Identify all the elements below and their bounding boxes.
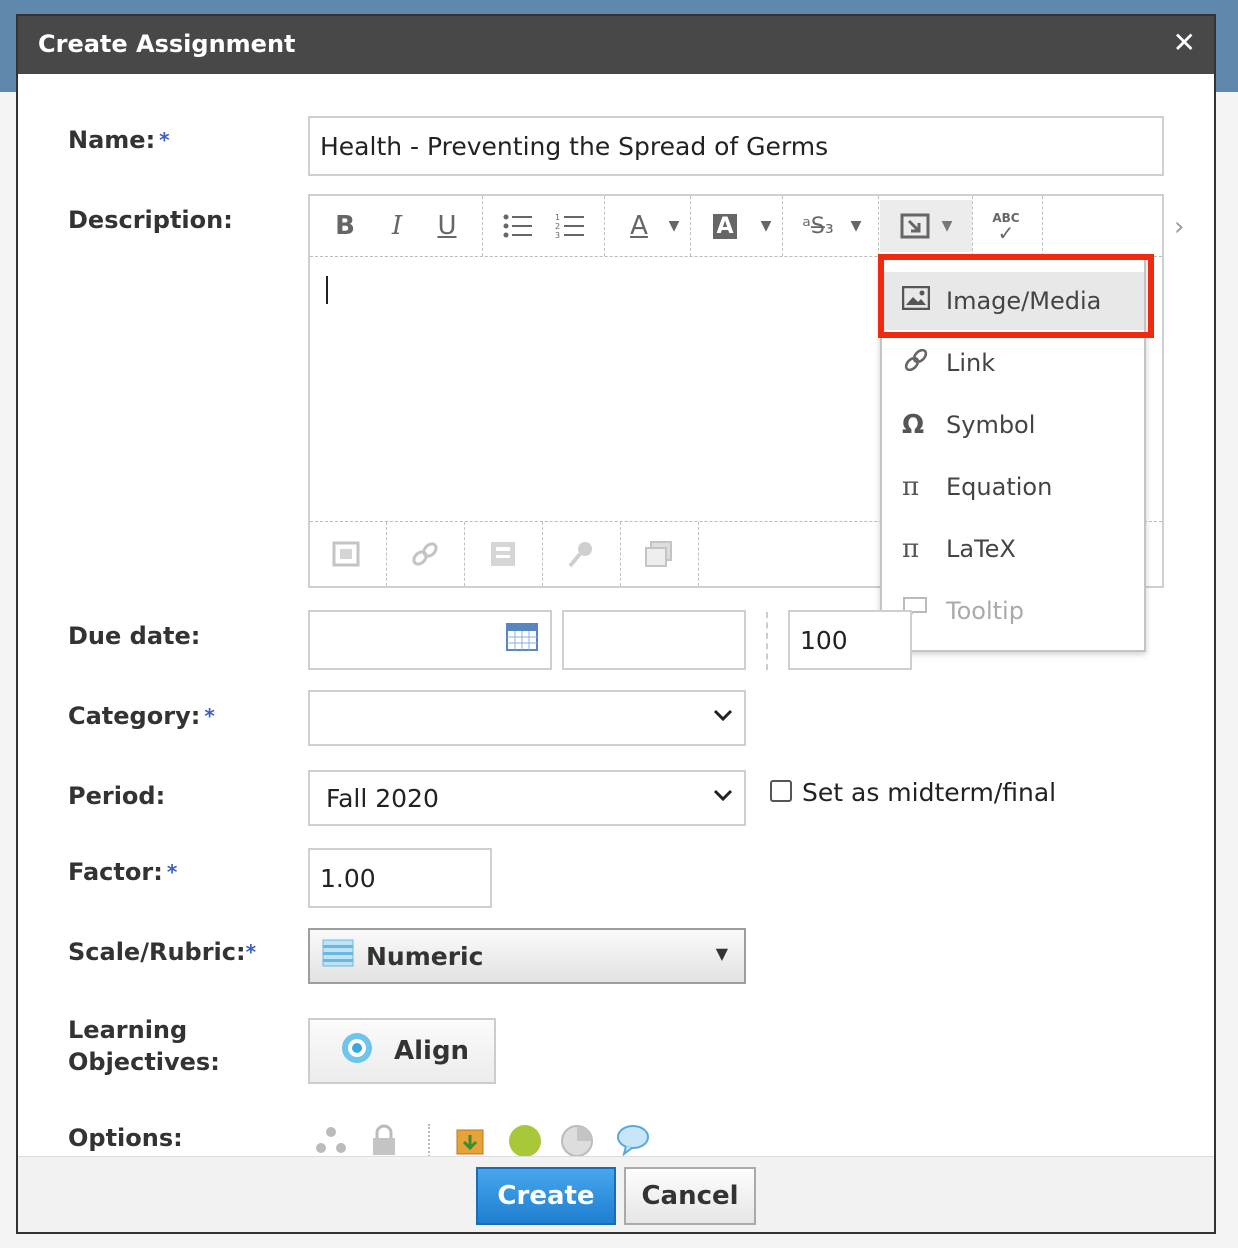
highlight-box bbox=[878, 254, 1154, 338]
due-time-input[interactable] bbox=[562, 610, 746, 670]
period-select[interactable]: Fall 2020 bbox=[308, 770, 746, 826]
svg-text:2: 2 bbox=[555, 222, 560, 231]
text-color-button[interactable]: A bbox=[622, 204, 656, 248]
menu-item-latex[interactable]: π LaTeX bbox=[882, 520, 1144, 578]
due-date-label: Due date: bbox=[68, 622, 201, 650]
dialog-titlebar: Create Assignment ✕ bbox=[18, 16, 1214, 74]
midterm-label: Set as midterm/final bbox=[802, 778, 1057, 807]
due-date-input[interactable] bbox=[308, 610, 552, 670]
category-label: Category: * bbox=[68, 702, 215, 730]
description-label: Description: bbox=[68, 206, 233, 234]
spellcheck-icon[interactable]: ABC ✓ bbox=[982, 204, 1030, 248]
align-button[interactable]: Align bbox=[308, 1018, 496, 1084]
factor-label: Factor: * bbox=[68, 858, 178, 886]
menu-item-tooltip[interactable]: Tooltip bbox=[882, 582, 1144, 640]
text-color-dropdown-icon[interactable]: ▼ bbox=[664, 204, 684, 248]
required-mark: * bbox=[159, 128, 170, 152]
numbered-list-icon[interactable]: 123 bbox=[552, 204, 588, 248]
scale-rubric-select[interactable]: Numeric ▼ bbox=[308, 928, 746, 984]
underline-button[interactable]: U bbox=[430, 204, 464, 248]
name-input-value: Health - Preventing the Spread of Germs bbox=[320, 131, 829, 161]
bold-button[interactable]: B bbox=[328, 204, 362, 248]
attach-collection-icon[interactable] bbox=[634, 532, 684, 576]
strikethrough-superscript-icon[interactable]: ᵃS̶₃ bbox=[796, 204, 840, 248]
editor-toolbar: B I U 123 A ▼ A ▼ ᵃS̶₃ ▼ ▼ ABC ✓ bbox=[310, 196, 1162, 257]
calendar-icon[interactable] bbox=[506, 622, 538, 658]
target-icon bbox=[340, 1031, 374, 1072]
background-color-button[interactable]: A bbox=[708, 204, 742, 248]
divider bbox=[766, 612, 769, 670]
omega-icon: Ω bbox=[902, 410, 925, 440]
text-cursor bbox=[326, 276, 328, 304]
name-label: Name: * bbox=[68, 126, 170, 154]
name-input[interactable]: Health - Preventing the Spread of Germs bbox=[308, 116, 1164, 176]
format-dropdown-icon[interactable]: ▼ bbox=[846, 204, 866, 248]
toolbar-more-chevron-icon[interactable]: › bbox=[1174, 212, 1184, 242]
pi-icon: π bbox=[902, 472, 920, 502]
insert-menu-button[interactable]: ▼ bbox=[880, 200, 972, 252]
max-points-input[interactable]: 100 bbox=[788, 610, 912, 670]
italic-button[interactable]: I bbox=[380, 204, 414, 248]
create-button[interactable]: Create bbox=[476, 1167, 616, 1225]
svg-text:1: 1 bbox=[555, 213, 560, 222]
group-icon[interactable] bbox=[314, 1124, 348, 1160]
scale-rubric-label: Scale/Rubric:* bbox=[68, 938, 257, 966]
background-color-dropdown-icon[interactable]: ▼ bbox=[756, 204, 776, 248]
attach-resource-icon[interactable] bbox=[478, 532, 528, 576]
menu-item-equation[interactable]: π Equation bbox=[882, 458, 1144, 516]
menu-item-symbol[interactable]: Ω Symbol bbox=[882, 396, 1144, 454]
attach-file-icon[interactable] bbox=[322, 532, 372, 576]
bullet-list-icon[interactable] bbox=[500, 204, 536, 248]
factor-input[interactable]: 1.00 bbox=[308, 848, 492, 908]
svg-text:3: 3 bbox=[555, 231, 560, 240]
learning-objectives-label: Learning Objectives: bbox=[68, 1016, 220, 1076]
cancel-button[interactable]: Cancel bbox=[624, 1167, 756, 1225]
menu-item-link[interactable]: Link bbox=[882, 334, 1144, 392]
dialog-title: Create Assignment bbox=[38, 30, 296, 58]
category-select[interactable] bbox=[308, 690, 746, 746]
chevron-down-icon bbox=[712, 784, 734, 812]
attach-link-icon[interactable] bbox=[400, 532, 450, 576]
pi-icon: π bbox=[902, 534, 920, 564]
link-icon bbox=[902, 346, 946, 381]
record-audio-icon[interactable] bbox=[556, 532, 606, 576]
scale-icon bbox=[322, 939, 354, 973]
dialog-footer: Create Cancel bbox=[18, 1156, 1214, 1232]
options-label: Options: bbox=[68, 1124, 183, 1152]
period-label: Period: bbox=[68, 782, 166, 810]
create-assignment-dialog: Create Assignment ✕ Name: * Health - Prev… bbox=[16, 14, 1216, 1234]
close-icon[interactable]: ✕ bbox=[1173, 26, 1196, 59]
chevron-down-icon bbox=[712, 704, 734, 732]
midterm-checkbox[interactable] bbox=[770, 780, 792, 802]
caret-down-icon: ▼ bbox=[715, 944, 728, 963]
